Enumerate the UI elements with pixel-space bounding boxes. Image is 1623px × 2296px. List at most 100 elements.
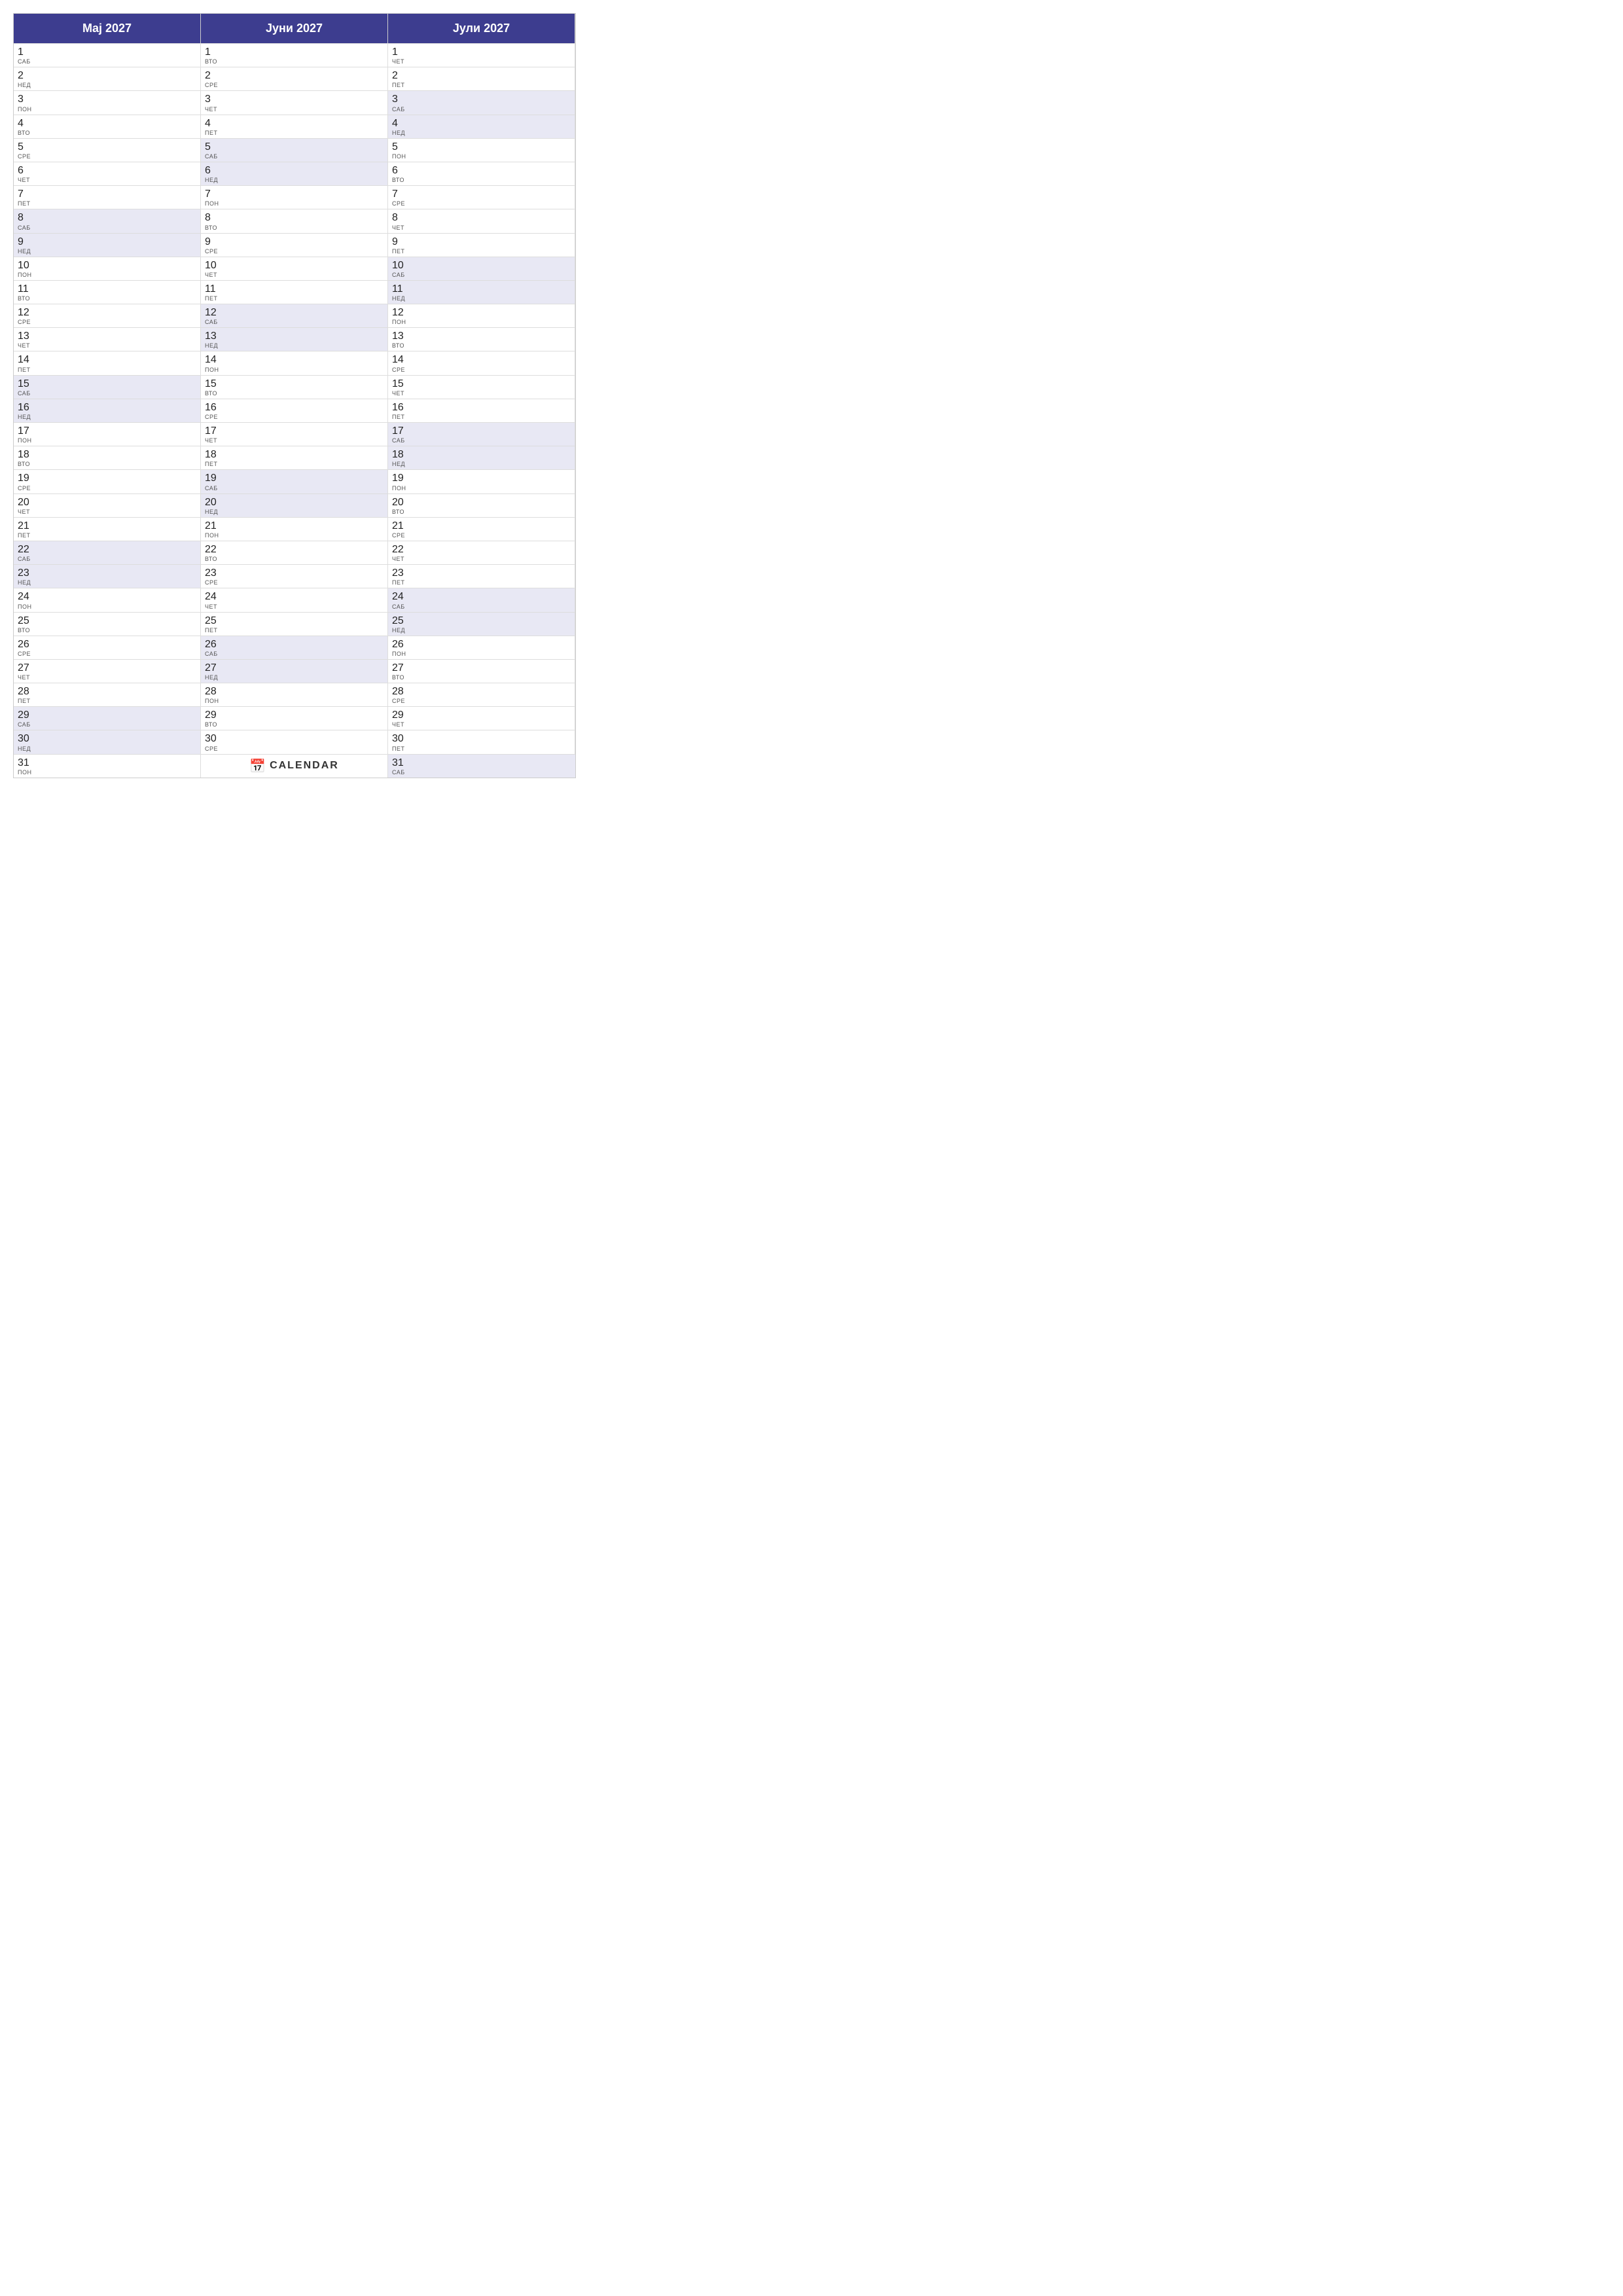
day-number: 16 xyxy=(205,401,383,414)
day-name: НЕД xyxy=(205,509,383,515)
day-name: ПЕТ xyxy=(205,627,383,634)
day-number: 28 xyxy=(205,685,383,698)
day-number: 3 xyxy=(205,93,383,105)
day-cell-m2-d30: 31САБ xyxy=(388,754,575,778)
day-cell-m0-d9: 10ПОН xyxy=(14,257,201,280)
day-number: 23 xyxy=(18,567,196,579)
day-number: 2 xyxy=(205,69,383,82)
day-number: 7 xyxy=(205,188,383,200)
day-number: 1 xyxy=(18,46,196,58)
day-number: 24 xyxy=(18,590,196,603)
day-cell-m0-d12: 13ЧЕТ xyxy=(14,327,201,351)
day-name: ПОН xyxy=(18,106,196,113)
day-number: 26 xyxy=(18,638,196,651)
day-cell-m0-d24: 25ВТО xyxy=(14,612,201,636)
day-number: 27 xyxy=(18,662,196,674)
day-name: ЧЕТ xyxy=(205,603,383,610)
day-cell-m2-d7: 8ЧЕТ xyxy=(388,209,575,232)
day-name: ВТО xyxy=(392,342,571,349)
day-cell-m1-d10: 11ПЕТ xyxy=(201,280,388,304)
day-number: 21 xyxy=(205,520,383,532)
calendar-logo-text: CALENDAR xyxy=(270,760,339,772)
day-number: 23 xyxy=(205,567,383,579)
day-cell-m0-d18: 19СРЕ xyxy=(14,469,201,493)
day-number: 26 xyxy=(392,638,571,651)
day-number: 15 xyxy=(18,378,196,390)
day-cell-m1-d7: 8ВТО xyxy=(201,209,388,232)
day-cell-m2-d29: 30ПЕТ xyxy=(388,730,575,753)
day-cell-m2-d22: 23ПЕТ xyxy=(388,564,575,588)
day-cell-m0-d21: 22САБ xyxy=(14,541,201,564)
day-number: 20 xyxy=(205,496,383,509)
day-number: 22 xyxy=(18,543,196,556)
day-name: САБ xyxy=(392,437,571,444)
day-cell-m1-d14: 15ВТО xyxy=(201,375,388,399)
month-header-1: Јуни 2027 xyxy=(201,14,388,43)
day-cell-m1-d18: 19САБ xyxy=(201,469,388,493)
day-name: САБ xyxy=(18,224,196,231)
day-number: 13 xyxy=(205,330,383,342)
day-number: 14 xyxy=(18,353,196,366)
day-name: СРЕ xyxy=(18,485,196,492)
day-name: НЕД xyxy=(205,177,383,183)
day-cell-m0-d19: 20ЧЕТ xyxy=(14,493,201,517)
day-number: 12 xyxy=(392,306,571,319)
day-number: 17 xyxy=(18,425,196,437)
day-number: 20 xyxy=(18,496,196,509)
day-cell-m1-d9: 10ЧЕТ xyxy=(201,257,388,280)
day-name: ЧЕТ xyxy=(18,342,196,349)
day-name: ПЕТ xyxy=(18,532,196,539)
day-cell-m1-d28: 29ВТО xyxy=(201,706,388,730)
day-name: ПЕТ xyxy=(205,130,383,136)
day-cell-m2-d23: 24САБ xyxy=(388,588,575,611)
day-number: 9 xyxy=(205,236,383,248)
day-name: САБ xyxy=(18,556,196,562)
day-name: ПОН xyxy=(18,603,196,610)
day-cell-m2-d14: 15ЧЕТ xyxy=(388,375,575,399)
day-number: 18 xyxy=(392,448,571,461)
day-cell-m0-d3: 4ВТО xyxy=(14,115,201,138)
day-number: 17 xyxy=(205,425,383,437)
day-number: 5 xyxy=(392,141,571,153)
day-number: 8 xyxy=(205,211,383,224)
day-number: 12 xyxy=(18,306,196,319)
day-name: НЕД xyxy=(392,295,571,302)
day-name: СРЕ xyxy=(392,532,571,539)
day-cell-m0-d10: 11ВТО xyxy=(14,280,201,304)
day-number: 22 xyxy=(205,543,383,556)
day-number: 22 xyxy=(392,543,571,556)
day-name: ПЕТ xyxy=(392,414,571,420)
day-number: 19 xyxy=(392,472,571,484)
day-cell-m2-d3: 4НЕД xyxy=(388,115,575,138)
day-number: 27 xyxy=(205,662,383,674)
day-number: 9 xyxy=(392,236,571,248)
day-number: 11 xyxy=(18,283,196,295)
day-cell-m1-d20: 21ПОН xyxy=(201,517,388,541)
day-number: 15 xyxy=(392,378,571,390)
day-cell-m2-d16: 17САБ xyxy=(388,422,575,446)
day-cell-m2-d24: 25НЕД xyxy=(388,612,575,636)
day-number: 9 xyxy=(18,236,196,248)
day-name: СРЕ xyxy=(18,319,196,325)
day-cell-m0-d20: 21ПЕТ xyxy=(14,517,201,541)
day-name: ЧЕТ xyxy=(18,509,196,515)
day-number: 12 xyxy=(205,306,383,319)
day-name: НЕД xyxy=(18,82,196,88)
day-cell-m1-d4: 5САБ xyxy=(201,138,388,162)
day-number: 28 xyxy=(18,685,196,698)
day-number: 14 xyxy=(205,353,383,366)
day-name: ПЕТ xyxy=(205,295,383,302)
day-number: 6 xyxy=(205,164,383,177)
day-name: ПОН xyxy=(392,651,571,657)
day-name: САБ xyxy=(18,390,196,397)
day-number: 4 xyxy=(205,117,383,130)
day-cell-m0-d1: 2НЕД xyxy=(14,67,201,90)
day-cell-m1-d27: 28ПОН xyxy=(201,683,388,706)
day-name: ВТО xyxy=(205,721,383,728)
day-cell-m2-d0: 1ЧЕТ xyxy=(388,43,575,67)
day-name: ВТО xyxy=(18,295,196,302)
day-cell-m2-d15: 16ПЕТ xyxy=(388,399,575,422)
day-number: 18 xyxy=(18,448,196,461)
calendar-wrapper: Maj 2027Јуни 2027Јули 20271САБ1ВТО1ЧЕТ2Н… xyxy=(0,0,589,791)
day-name: СРЕ xyxy=(392,200,571,207)
